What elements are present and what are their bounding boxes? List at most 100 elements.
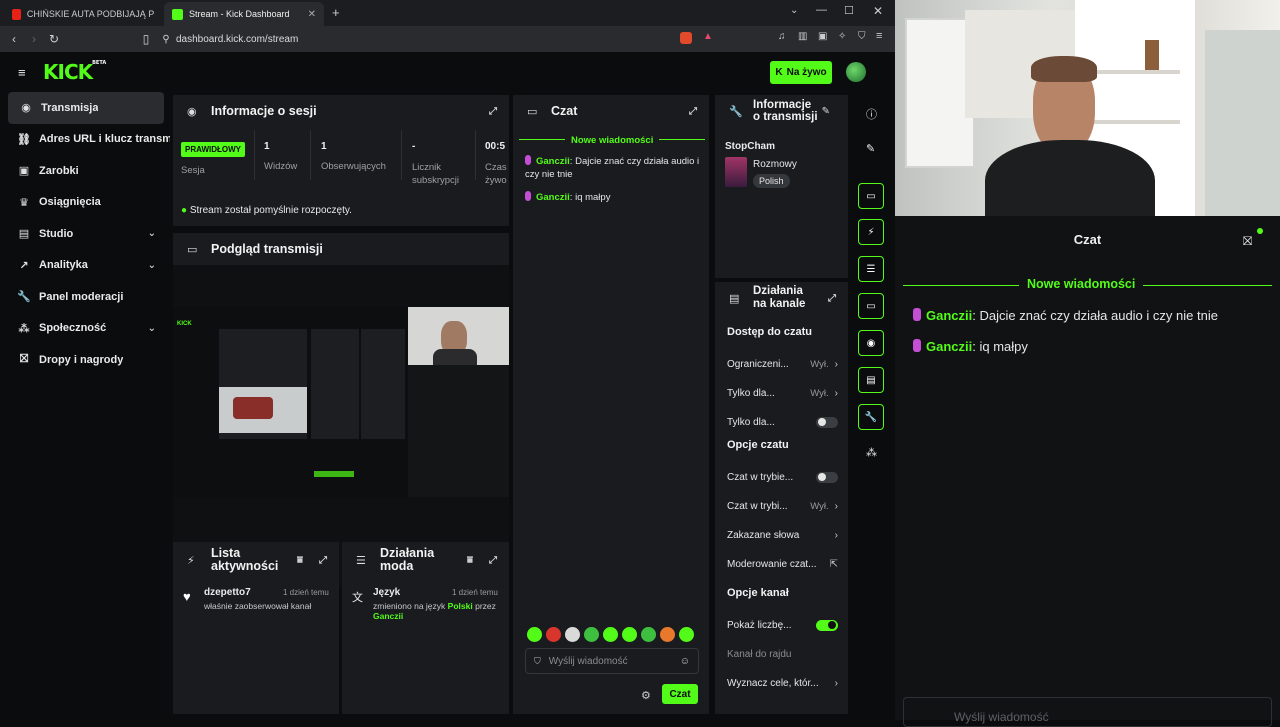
chevron-down-icon[interactable]: ⌄ bbox=[790, 5, 798, 16]
broadcast-icon: ◉ bbox=[21, 102, 31, 115]
edit-icon[interactable]: ✎ bbox=[866, 142, 875, 155]
setting-row[interactable]: Kanał do rajdu bbox=[727, 644, 838, 664]
sidebar-item-label: Panel moderacji bbox=[39, 290, 124, 303]
gift-icon[interactable]: ⛝ bbox=[1243, 234, 1252, 249]
info-icon[interactable]: ⓘ bbox=[866, 106, 877, 122]
close-tab-icon[interactable]: ✕ bbox=[308, 9, 316, 20]
channel-actions-panel: ▤ Działania na kanale ⤢ Dostęp do czatu O… bbox=[715, 282, 848, 714]
media-icon[interactable]: ♫ bbox=[778, 31, 786, 42]
sidebar-item-analytics[interactable]: ↗ Analityka ⌄ bbox=[0, 250, 170, 282]
sidebar-item-trophy[interactable]: ♛ Osiągnięcia bbox=[0, 187, 170, 219]
setting-row[interactable]: Zakazane słowa › bbox=[727, 525, 838, 545]
emoji-icon[interactable]: ☺ bbox=[680, 656, 690, 667]
link-icon: ⛓ bbox=[17, 133, 31, 146]
setting-value: Wył. bbox=[810, 358, 829, 370]
bookmark-icon[interactable]: ▯ bbox=[136, 32, 156, 46]
tab-label: Stream - Kick Dashboard bbox=[189, 9, 290, 19]
close-window-icon[interactable]: ✕ bbox=[873, 4, 883, 18]
leo-icon[interactable]: ✧ bbox=[838, 31, 846, 42]
filter-icon[interactable]: ⩸ bbox=[297, 555, 303, 566]
sidebar-item-wrench[interactable]: 🔧 Panel moderacji bbox=[0, 281, 170, 313]
toggle-switch[interactable] bbox=[816, 416, 838, 428]
analytics-icon: ↗ bbox=[19, 259, 29, 272]
chat-settings-icon[interactable]: ⚙ bbox=[641, 689, 651, 702]
back-icon[interactable]: ‹ bbox=[4, 32, 24, 46]
sidebar-item-label: Analityka bbox=[39, 259, 88, 272]
emote-icon[interactable] bbox=[603, 627, 618, 642]
menu-icon[interactable]: ≡ bbox=[876, 30, 882, 42]
emote-icon[interactable] bbox=[622, 627, 637, 642]
emote-icon[interactable] bbox=[546, 627, 561, 642]
vpn-icon[interactable]: ⛉ bbox=[858, 31, 866, 42]
emote-icon[interactable] bbox=[527, 627, 542, 642]
toggle-switch[interactable] bbox=[816, 619, 838, 631]
edit-icon[interactable]: ✎ bbox=[822, 106, 830, 117]
reload-icon[interactable]: ↻ bbox=[44, 32, 64, 46]
popout-icon[interactable]: ⤢ bbox=[828, 293, 836, 304]
popout-icon[interactable]: ⤢ bbox=[489, 555, 497, 566]
setting-row[interactable]: Czat w trybie... bbox=[727, 467, 838, 487]
sidebar-item-gift[interactable]: ⛝ Dropy i nagrody bbox=[0, 344, 170, 376]
sidebar-item-label: Zarobki bbox=[39, 164, 79, 177]
list-icon[interactable]: ☰ bbox=[858, 256, 884, 282]
overlay-title: Czat bbox=[1073, 232, 1102, 247]
channel-icon[interactable]: ▤ bbox=[858, 367, 884, 393]
toggle-switch[interactable] bbox=[816, 471, 838, 483]
rewards-icon[interactable]: ▲ bbox=[703, 31, 713, 42]
wallet-icon[interactable]: ▣ bbox=[818, 31, 827, 42]
brave-shield-icon[interactable] bbox=[680, 32, 692, 44]
popout-icon[interactable]: ⤢ bbox=[489, 106, 497, 117]
sidebar-item-wallet[interactable]: ▣ Zarobki bbox=[0, 155, 170, 187]
emote-icon[interactable] bbox=[641, 627, 656, 642]
setting-row[interactable]: Moderowanie czat... ⇱ bbox=[727, 554, 838, 574]
setting-row[interactable]: Tylko dla... bbox=[727, 412, 838, 432]
hamburger-menu-icon[interactable]: ≡ bbox=[18, 65, 26, 80]
setting-row[interactable]: Pokaż liczbę... bbox=[727, 615, 838, 635]
chat-input-box[interactable]: ⛉ Wyślij wiadomość ☺ bbox=[525, 648, 699, 674]
avatar[interactable] bbox=[846, 62, 866, 82]
sidebar-item-link[interactable]: ⛓ Adres URL i klucz transmisji bbox=[0, 124, 170, 156]
session-icon[interactable]: ◉ bbox=[858, 330, 884, 356]
preview-toggle-icon[interactable]: ▭ bbox=[858, 183, 884, 209]
overlay-chat-input[interactable]: Wyślij wiadomość bbox=[903, 697, 1272, 727]
stream-preview-video[interactable]: KICK bbox=[173, 307, 509, 497]
sidebar-item-label: Społeczność bbox=[39, 322, 107, 335]
url-field[interactable]: dashboard.kick.com/stream bbox=[176, 34, 298, 45]
minimize-icon[interactable]: — bbox=[816, 4, 827, 16]
tab-label: CHIŃSKIE AUTA PODBIJAJĄ POLSKĘ bbox=[26, 9, 154, 19]
sidebar-item-broadcast[interactable]: ◉ Transmisja bbox=[8, 92, 164, 124]
chat-input[interactable]: Wyślij wiadomość bbox=[549, 656, 628, 667]
kick-icon bbox=[172, 8, 183, 20]
popout-icon[interactable]: ⤢ bbox=[319, 555, 327, 566]
emote-icon[interactable] bbox=[584, 627, 599, 642]
send-chat-button[interactable]: Czat bbox=[662, 684, 698, 704]
live-button[interactable]: K Na żywo bbox=[770, 61, 832, 84]
tab-youtube[interactable]: CHIŃSKIE AUTA PODBIJAJĄ POLSKĘ bbox=[4, 2, 162, 26]
tab-kick-dashboard[interactable]: Stream - Kick Dashboard ✕ bbox=[164, 2, 324, 26]
emote-icon[interactable] bbox=[679, 627, 694, 642]
kick-logo[interactable]: KICKBETA bbox=[43, 60, 106, 84]
new-tab-icon[interactable]: + bbox=[332, 5, 340, 20]
setting-row[interactable]: Czat w trybi... Wył. › bbox=[727, 496, 838, 516]
sidebar-item-studio[interactable]: ▤ Studio ⌄ bbox=[0, 218, 170, 250]
sidebar-toggle-icon[interactable]: ▥ bbox=[798, 31, 807, 42]
chat-icon[interactable]: ▭ bbox=[858, 293, 884, 319]
maximize-icon[interactable]: ☐ bbox=[844, 4, 854, 17]
setting-row[interactable]: Tylko dla... Wył. › bbox=[727, 383, 838, 403]
emote-icon[interactable] bbox=[565, 627, 580, 642]
kick-k-icon: K bbox=[775, 67, 783, 78]
browser-window: CHIŃSKIE AUTA PODBIJAJĄ POLSKĘ Stream - … bbox=[0, 0, 895, 720]
wrench-icon[interactable]: 🔧 bbox=[858, 404, 884, 430]
setting-row[interactable]: Wyznacz cele, któr... › bbox=[727, 673, 838, 693]
popout-icon[interactable]: ⤢ bbox=[689, 106, 697, 117]
emote-icon[interactable] bbox=[660, 627, 675, 642]
filter-icon[interactable]: ⩸ bbox=[467, 555, 473, 566]
site-settings-icon[interactable]: ⚲ bbox=[156, 34, 176, 45]
setting-row[interactable]: Ograniczeni... Wył. › bbox=[727, 354, 838, 374]
forward-icon[interactable]: › bbox=[24, 32, 44, 46]
sidebar-item-label: Adres URL i klucz transmisji bbox=[38, 133, 170, 146]
wrench-icon: 🔧 bbox=[17, 291, 31, 304]
lightning-icon[interactable]: ⚡ bbox=[858, 219, 884, 245]
sidebar-item-community[interactable]: ⁂ Społeczność ⌄ bbox=[0, 313, 170, 345]
community-icon[interactable]: ⁂ bbox=[866, 446, 877, 459]
